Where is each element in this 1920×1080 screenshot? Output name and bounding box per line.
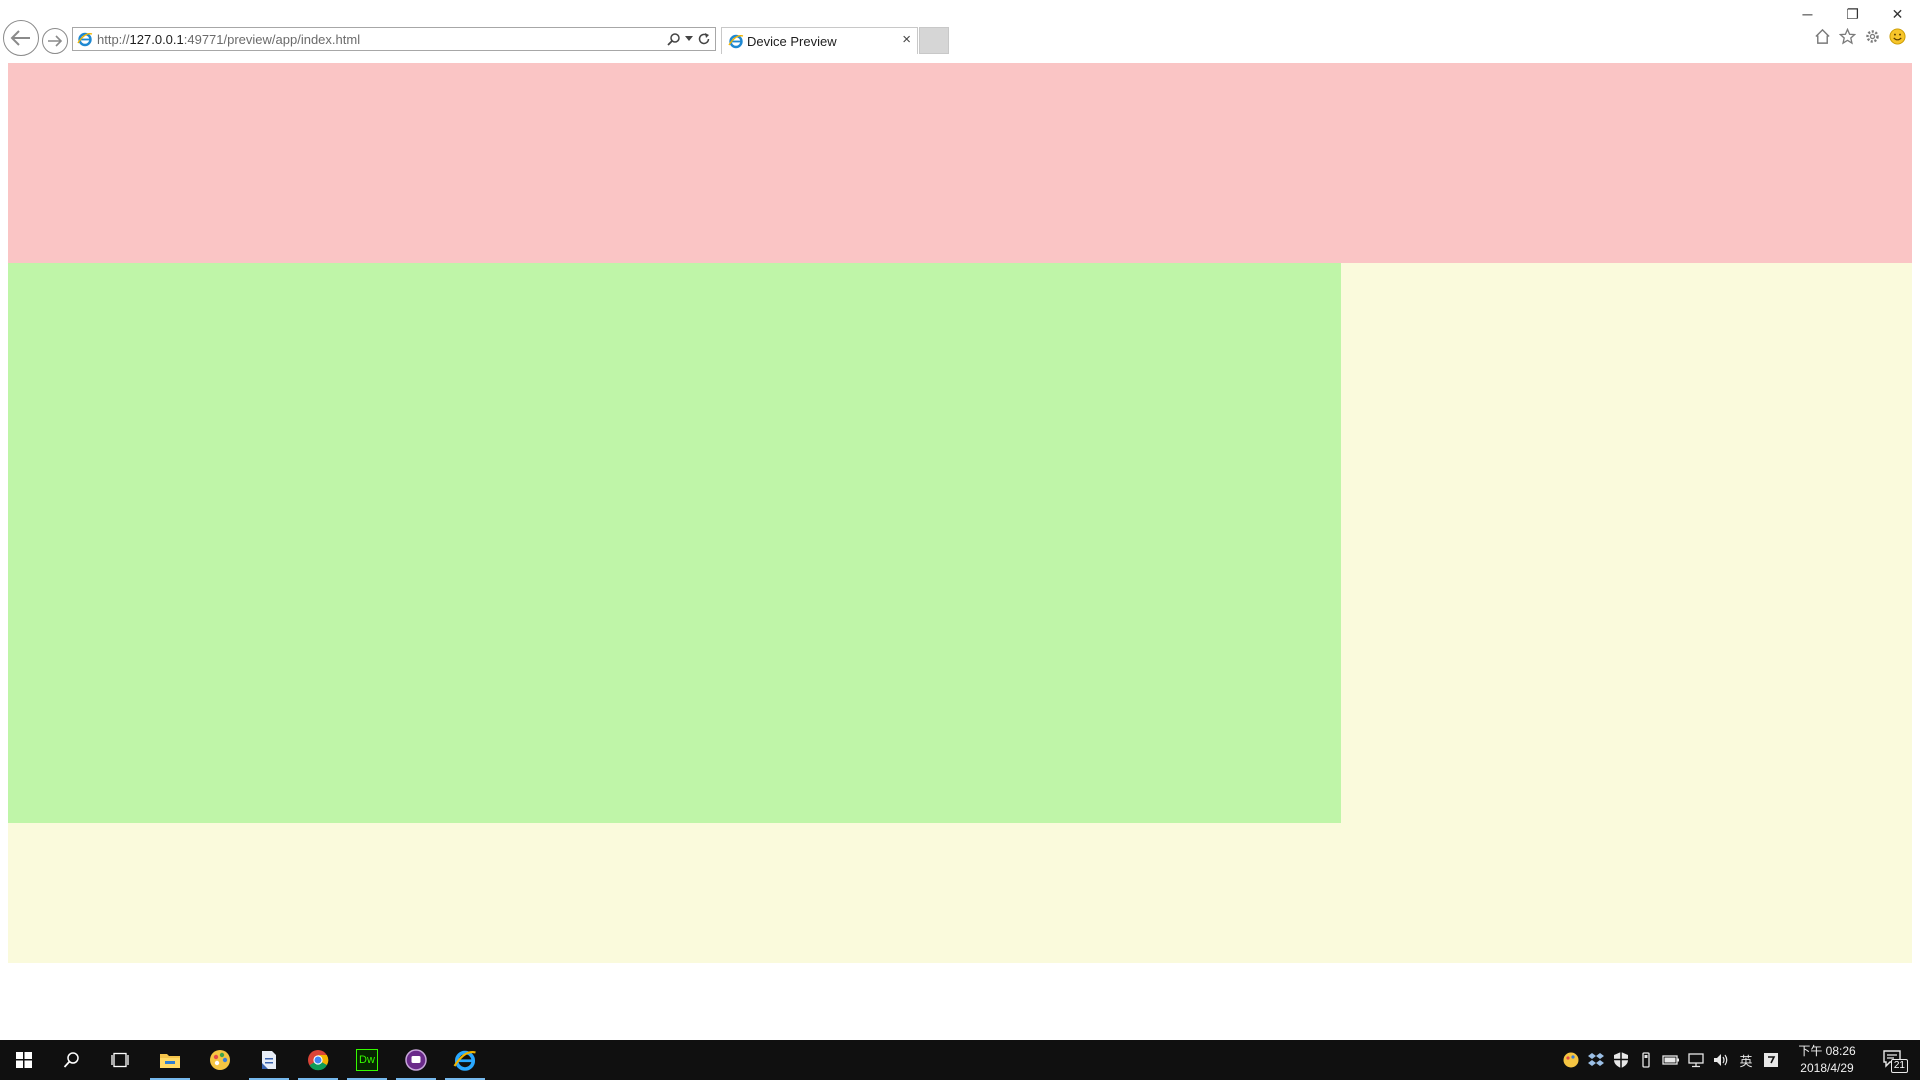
- forward-button[interactable]: [42, 28, 68, 54]
- chrome-icon: [308, 1050, 329, 1071]
- tab-title: Device Preview: [747, 34, 837, 49]
- shield-icon[interactable]: [1612, 1051, 1630, 1069]
- dropdown-arrow-icon[interactable]: [685, 36, 693, 42]
- dreamweaver-button[interactable]: Dw: [343, 1040, 391, 1080]
- file-explorer-icon: [160, 1054, 180, 1068]
- volume-icon[interactable]: [1712, 1051, 1730, 1069]
- paint-palette-icon: [210, 1050, 230, 1070]
- task-view-icon: [111, 1052, 129, 1068]
- battery-icon[interactable]: [1662, 1051, 1680, 1069]
- internet-explorer-icon: [77, 32, 93, 47]
- clock[interactable]: 下午 08:26 2018/4/29: [1792, 1043, 1862, 1077]
- usb-device-icon[interactable]: [1637, 1051, 1655, 1069]
- purple-app-icon: [405, 1049, 427, 1071]
- header-block: [8, 63, 1912, 263]
- clock-time: 下午 08:26: [1798, 1044, 1856, 1058]
- internet-explorer-icon: [453, 1050, 476, 1071]
- back-arrow-icon: [10, 30, 30, 46]
- address-bar[interactable]: http://127.0.0.1:49771/preview/app/index…: [72, 27, 716, 51]
- clock-date: 2018/4/29: [1800, 1061, 1854, 1075]
- search-icon: [63, 1052, 79, 1068]
- url-text[interactable]: http://127.0.0.1:49771/preview/app/index…: [97, 32, 360, 47]
- system-tray: 英: [1562, 1040, 1780, 1080]
- forward-arrow-icon: [48, 35, 63, 47]
- restore-button[interactable]: ❐: [1830, 0, 1875, 28]
- purple-app-button[interactable]: [392, 1040, 440, 1080]
- command-icons: [1814, 28, 1906, 45]
- star-icon[interactable]: [1839, 28, 1856, 45]
- start-button[interactable]: [0, 1040, 48, 1080]
- notification-count-badge: 21: [1890, 1059, 1908, 1073]
- notepad-app-icon: [262, 1051, 276, 1069]
- back-button[interactable]: [3, 20, 39, 56]
- taskbar: Dw 英 下午 08:26 2018/4/29 21: [0, 1040, 1920, 1080]
- browser-chrome: http://127.0.0.1:49771/preview/app/index…: [0, 0, 1920, 62]
- windows-logo-icon: [16, 1052, 32, 1068]
- search-button[interactable]: [48, 1040, 96, 1080]
- refresh-icon[interactable]: [697, 32, 711, 46]
- dreamweaver-icon: Dw: [356, 1049, 378, 1071]
- notepad-app-button[interactable]: [245, 1040, 293, 1080]
- chrome-button[interactable]: [294, 1040, 342, 1080]
- dropbox-icon[interactable]: [1587, 1051, 1605, 1069]
- action-center-button[interactable]: 21: [1880, 1046, 1912, 1074]
- task-view-button[interactable]: [96, 1040, 144, 1080]
- gear-icon[interactable]: [1864, 28, 1881, 45]
- file-explorer-button[interactable]: [146, 1040, 194, 1080]
- smiley-icon[interactable]: [1889, 28, 1906, 45]
- ime-mode-icon[interactable]: [1762, 1051, 1780, 1069]
- ime-indicator[interactable]: 英: [1737, 1051, 1755, 1070]
- internet-explorer-icon: [728, 34, 744, 49]
- minimize-button[interactable]: ─: [1785, 0, 1830, 28]
- paint-app-button[interactable]: [196, 1040, 244, 1080]
- internet-explorer-button[interactable]: [441, 1040, 489, 1080]
- close-tab-icon[interactable]: ×: [902, 31, 911, 48]
- home-icon[interactable]: [1814, 28, 1831, 45]
- network-icon[interactable]: [1687, 1051, 1705, 1069]
- tab-device-preview[interactable]: Device Preview ×: [721, 27, 918, 54]
- new-tab-button[interactable]: [919, 27, 949, 54]
- window-controls: ─ ❐ ✕: [1785, 0, 1920, 28]
- paint-palette-icon[interactable]: [1562, 1051, 1580, 1069]
- page-viewport: [8, 63, 1912, 963]
- close-window-button[interactable]: ✕: [1875, 0, 1920, 28]
- search-icon[interactable]: [667, 32, 681, 46]
- main-content-block: [8, 263, 1341, 823]
